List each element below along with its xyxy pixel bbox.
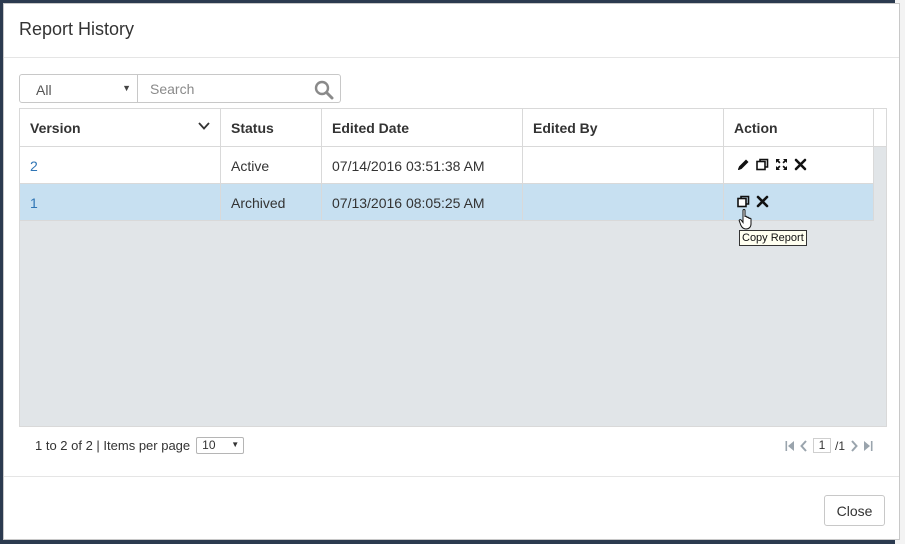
edited-date-cell: 07/13/2016 08:05:25 AM: [322, 184, 523, 220]
hand-cursor-icon: [738, 209, 752, 230]
column-header-status[interactable]: Status: [221, 109, 322, 146]
previous-page-icon[interactable]: [799, 439, 809, 452]
chevron-down-icon[interactable]: [198, 122, 210, 130]
report-history-dialog: Report History All ▼ Version Status Edit…: [3, 3, 900, 540]
status-cell: Active: [221, 147, 322, 183]
pager-info: 1 to 2 of 2 | Items per page 10 ▼: [35, 437, 245, 454]
version-link[interactable]: 2: [20, 147, 221, 183]
copy-icon[interactable]: [737, 195, 750, 208]
search-icon[interactable]: [314, 80, 334, 100]
edit-icon[interactable]: [737, 158, 750, 171]
column-header-edited-by[interactable]: Edited By: [523, 109, 724, 146]
dialog-title: Report History: [19, 19, 135, 39]
status-filter-select[interactable]: All ▼: [19, 74, 138, 103]
filter-row: All ▼: [19, 74, 341, 104]
column-header-version[interactable]: Version: [20, 109, 221, 146]
edited-by-cell: [523, 184, 724, 220]
close-button[interactable]: Close: [824, 495, 885, 526]
grid-scrollbar[interactable]: [874, 148, 886, 426]
edited-date-cell: 07/14/2016 03:51:38 AM: [322, 147, 523, 183]
action-cell: [724, 147, 874, 183]
dropdown-caret-icon: ▼: [122, 83, 131, 93]
edited-by-cell: [523, 147, 724, 183]
grid-pager: 1 to 2 of 2 | Items per page 10 ▼ 1 /1: [19, 428, 887, 460]
last-page-icon[interactable]: [863, 440, 873, 452]
status-cell: Archived: [221, 184, 322, 220]
search-input[interactable]: [138, 75, 308, 102]
dropdown-caret-icon: ▼: [231, 440, 240, 449]
copy-icon[interactable]: [756, 158, 769, 171]
next-page-icon[interactable]: [849, 439, 859, 452]
pager-summary: 1 to 2 of 2 | Items per page: [35, 438, 191, 453]
grid-header: Version Status Edited Date Edited By Act…: [20, 109, 886, 147]
delete-icon[interactable]: [756, 195, 769, 208]
expand-icon[interactable]: [775, 158, 788, 171]
delete-icon[interactable]: [794, 158, 807, 171]
total-pages: /1: [834, 438, 845, 453]
dialog-footer: Close: [4, 476, 899, 539]
copy-report-tooltip: Copy Report: [739, 230, 807, 246]
version-link[interactable]: 1: [20, 184, 221, 220]
header-scroll-gap: [874, 109, 886, 146]
status-filter-value: All: [36, 82, 52, 98]
column-header-action: Action: [724, 109, 874, 146]
report-history-grid: Version Status Edited Date Edited By Act…: [19, 108, 887, 427]
dialog-header: Report History: [4, 4, 899, 58]
first-page-icon[interactable]: [785, 440, 795, 452]
current-page-input[interactable]: 1: [812, 438, 831, 453]
pager-nav: 1 /1: [785, 438, 873, 453]
items-per-page-select[interactable]: 10 ▼: [196, 437, 245, 454]
column-header-edited-date[interactable]: Edited Date: [322, 109, 523, 146]
table-row[interactable]: 2 Active 07/14/2016 03:51:38 AM: [20, 147, 874, 184]
search-box: [138, 74, 341, 103]
